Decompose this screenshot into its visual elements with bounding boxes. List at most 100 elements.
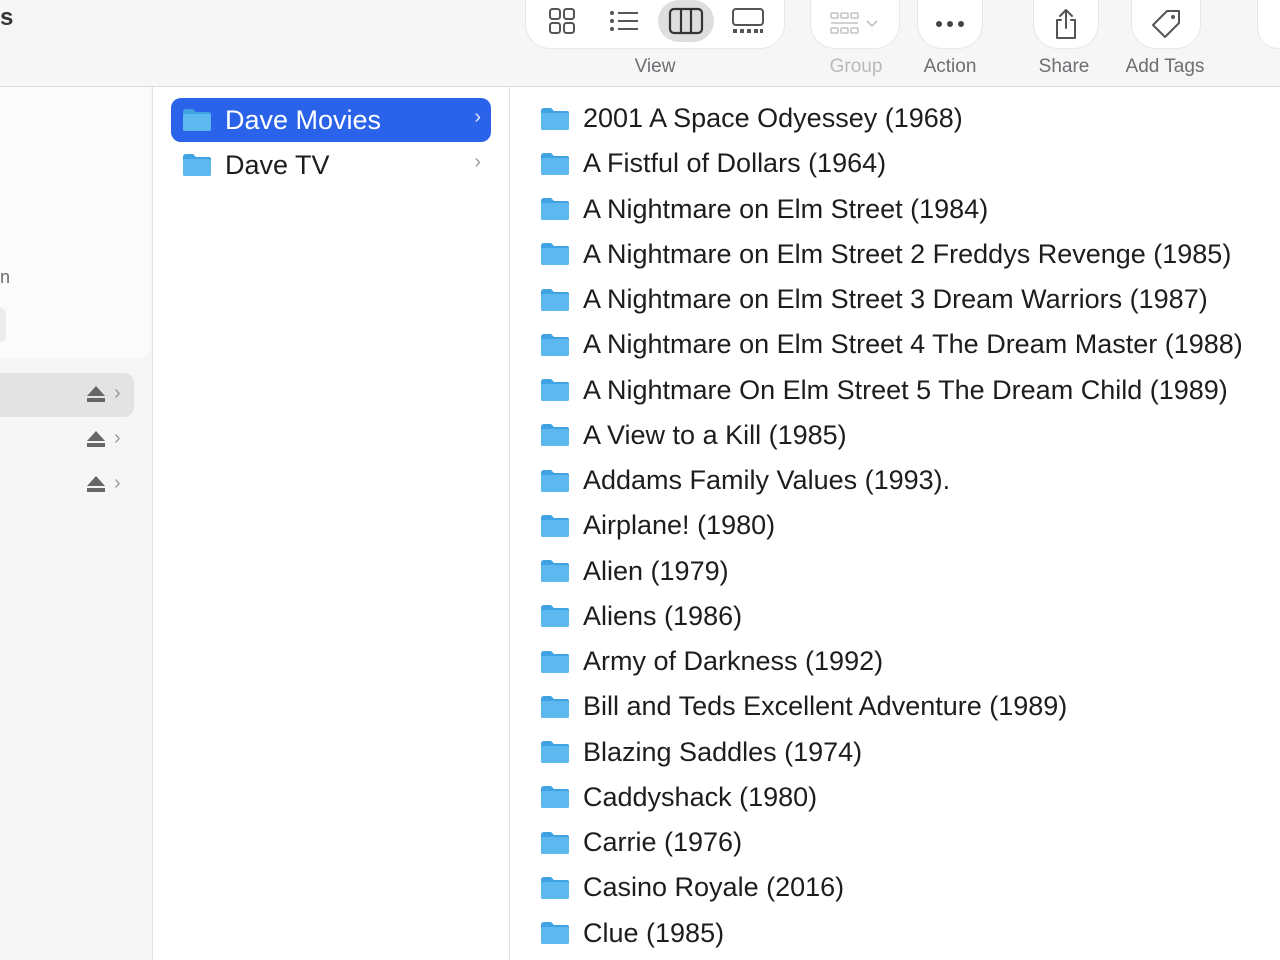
eject-icon — [87, 476, 105, 492]
list-item[interactable]: A Nightmare on Elm Street 4 The Dream Ma… — [511, 322, 1243, 367]
list-icon — [610, 11, 638, 31]
eject-icon — [87, 431, 105, 447]
toolbar: s View Group Action Share Add Tags — [0, 0, 1280, 87]
folder-icon — [541, 152, 569, 175]
folder-icon — [541, 379, 569, 402]
folder-label: A View to a Kill (1985) — [583, 419, 847, 450]
folder-icon — [541, 741, 569, 764]
list-item[interactable]: A View to a Kill (1985) — [511, 413, 1243, 458]
add-tags-button[interactable] — [1132, 0, 1200, 48]
list-item[interactable]: A Nightmare on Elm Street (1984) — [511, 187, 1243, 232]
folder-label: A Nightmare on Elm Street 2 Freddys Reve… — [583, 238, 1232, 269]
folder-label: A Nightmare on Elm Street 3 Dream Warrio… — [583, 284, 1208, 315]
folder-label: Clue (1985) — [583, 917, 725, 948]
folder-label: A Fistful of Dollars (1964) — [583, 148, 887, 179]
group-label: Group — [829, 56, 883, 77]
sidebar-location-1[interactable]: › — [0, 373, 134, 417]
folder-icon — [541, 786, 569, 809]
sidebar-field-fragment[interactable] — [0, 307, 6, 343]
list-item[interactable]: Clue (1985) — [511, 911, 1243, 956]
list-item[interactable]: Airplane! (1980) — [511, 503, 1243, 548]
ellipsis-icon — [936, 21, 964, 27]
folder-label: Carrie (1976) — [583, 827, 743, 858]
grid-icon — [549, 8, 575, 34]
folder-icon — [541, 243, 569, 266]
sidebar: n › › › — [0, 87, 153, 960]
sidebar-location-2[interactable]: › — [0, 418, 134, 462]
folder-icon — [541, 831, 569, 854]
icon-view-button[interactable] — [534, 0, 590, 42]
view-label: View — [634, 56, 676, 77]
folder-icon — [541, 469, 569, 492]
list-item[interactable]: Casino Royale (2016) — [511, 865, 1243, 910]
folder-list: 2001 A Space Odyessey (1968) A Fistful o… — [511, 96, 1243, 956]
folder-icon — [541, 922, 569, 945]
folder-label: Airplane! (1980) — [583, 510, 776, 541]
list-item[interactable]: A Fistful of Dollars (1964) — [511, 141, 1243, 186]
folder-icon — [183, 109, 211, 131]
list-view-button[interactable] — [596, 0, 652, 42]
folder-icon — [541, 107, 569, 130]
folder-row-dave-movies[interactable]: Dave Movies › — [171, 98, 491, 142]
folder-icon — [541, 198, 569, 221]
chevron-right-icon: › — [114, 427, 121, 449]
share-label: Share — [1038, 56, 1090, 77]
sidebar-location-3[interactable]: › — [0, 463, 134, 507]
list-item[interactable]: Addams Family Values (1993). — [511, 458, 1243, 503]
eject-icon — [87, 386, 105, 402]
sidebar-favorites-section: n — [0, 87, 150, 359]
sidebar-label-fragment: n — [0, 267, 11, 287]
tag-icon — [1152, 10, 1180, 38]
chevron-right-icon: › — [474, 151, 481, 173]
list-item[interactable]: Army of Darkness (1992) — [511, 639, 1243, 684]
columns-icon — [668, 7, 704, 35]
chevron-right-icon: › — [114, 382, 121, 404]
folder-icon — [541, 333, 569, 356]
list-item[interactable]: Blazing Saddles (1974) — [511, 730, 1243, 775]
action-button[interactable] — [918, 0, 982, 48]
folder-icon — [541, 605, 569, 628]
list-item[interactable]: Carrie (1976) — [511, 820, 1243, 865]
list-item[interactable]: Caddyshack (1980) — [511, 775, 1243, 820]
folder-label: Casino Royale (2016) — [583, 872, 845, 903]
folder-icon — [541, 514, 569, 537]
folder-icon — [541, 288, 569, 311]
window-title-fragment: s — [0, 4, 14, 31]
folder-label: A Nightmare On Elm Street 5 The Dream Ch… — [583, 374, 1228, 405]
folder-label: A Nightmare on Elm Street 4 The Dream Ma… — [583, 329, 1243, 360]
gallery-view-button[interactable] — [720, 0, 776, 42]
group-button[interactable] — [811, 0, 899, 48]
list-item[interactable]: A Nightmare on Elm Street 2 Freddys Reve… — [511, 232, 1243, 277]
folder-label: 2001 A Space Odyessey (1968) — [583, 103, 963, 134]
view-segmented-control — [526, 0, 784, 48]
folder-label: Army of Darkness (1992) — [583, 646, 884, 677]
folder-icon — [541, 424, 569, 447]
action-label: Action — [923, 56, 977, 77]
folder-icon — [541, 650, 569, 673]
folder-icon — [541, 560, 569, 583]
folder-label: Alien (1979) — [583, 555, 729, 586]
folder-label: Dave TV — [225, 149, 330, 180]
list-item[interactable]: A Nightmare On Elm Street 5 The Dream Ch… — [511, 368, 1243, 413]
share-icon — [1056, 9, 1076, 39]
column-view-button[interactable] — [658, 0, 714, 42]
list-item[interactable]: A Nightmare on Elm Street 3 Dream Warrio… — [511, 277, 1243, 322]
list-item[interactable]: Aliens (1986) — [511, 594, 1243, 639]
list-item[interactable]: 2001 A Space Odyessey (1968) — [511, 96, 1243, 141]
folder-icon — [541, 876, 569, 899]
folder-label: Blazing Saddles (1974) — [583, 736, 863, 767]
browser-column-2: 2001 A Space Odyessey (1968) A Fistful o… — [511, 87, 1280, 960]
folder-icon — [183, 154, 211, 176]
share-button[interactable] — [1034, 0, 1098, 48]
list-item[interactable]: Alien (1979) — [511, 549, 1243, 594]
folder-row-dave-tv[interactable]: Dave TV › — [171, 143, 491, 187]
folder-label: Bill and Teds Excellent Adventure (1989) — [583, 691, 1068, 722]
folder-label: A Nightmare on Elm Street (1984) — [583, 193, 989, 224]
folder-label: Aliens (1986) — [583, 600, 743, 631]
toolbar-overflow-button[interactable] — [1258, 0, 1280, 48]
folder-icon — [541, 695, 569, 718]
add-tags-label: Add Tags — [1125, 56, 1205, 77]
list-item[interactable]: Bill and Teds Excellent Adventure (1989) — [511, 684, 1243, 729]
folder-label: Caddyshack (1980) — [583, 781, 818, 812]
folder-label: Dave Movies — [225, 104, 382, 135]
